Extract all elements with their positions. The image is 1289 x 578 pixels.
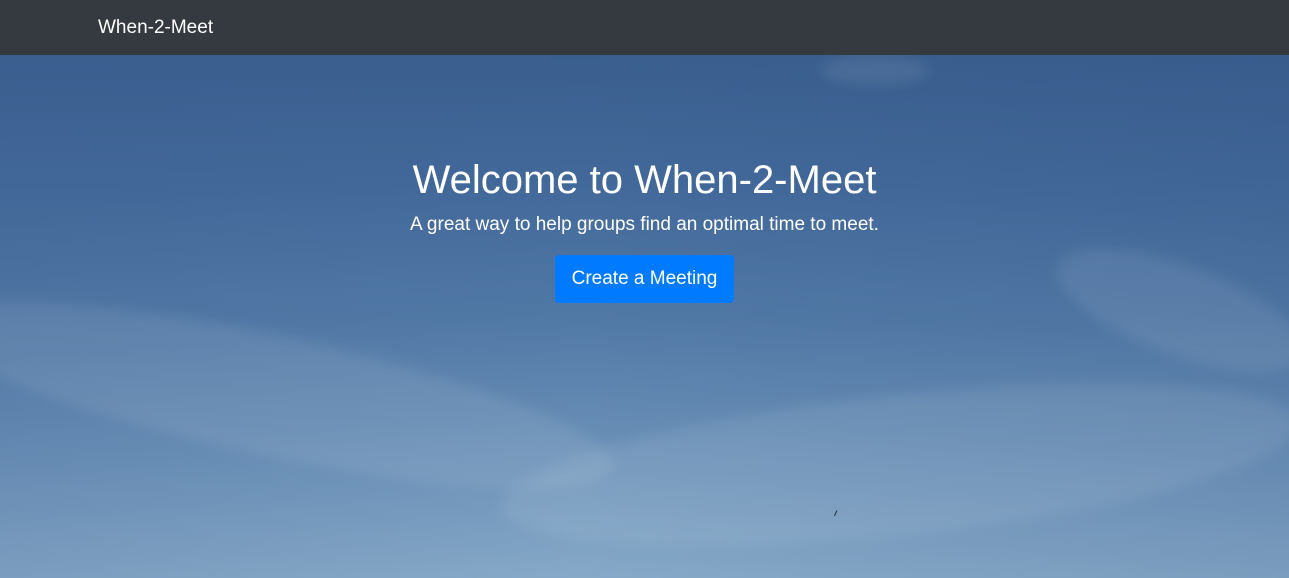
hero-section: Welcome to When-2-Meet A great way to he…: [0, 55, 1289, 578]
hero-title: Welcome to When-2-Meet: [412, 158, 877, 202]
hero-subtitle: A great way to help groups find an optim…: [410, 214, 879, 235]
navbar: When-2-Meet: [0, 0, 1289, 55]
hero-content: Welcome to When-2-Meet A great way to he…: [0, 155, 1289, 303]
create-meeting-button[interactable]: Create a Meeting: [554, 255, 735, 303]
page: When-2-Meet Welcome to When-2-Meet A gre…: [0, 0, 1289, 578]
brand-link[interactable]: When-2-Meet: [98, 16, 213, 40]
cloud-wisp: [820, 55, 930, 85]
